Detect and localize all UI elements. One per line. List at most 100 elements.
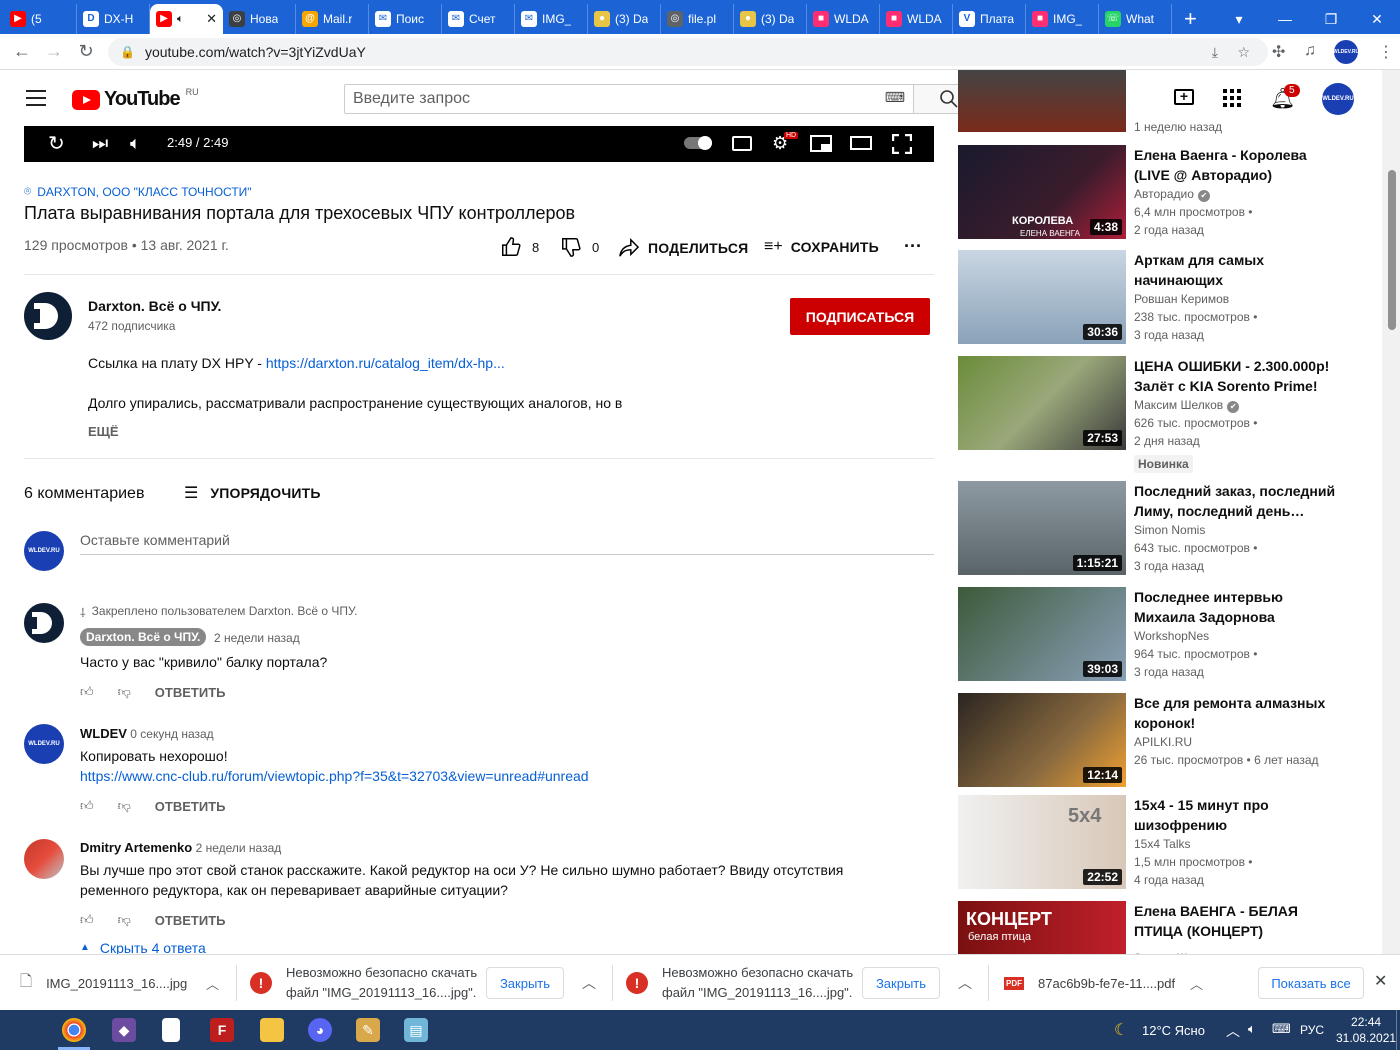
channel-name[interactable]: Darxton. Всё о ЧПУ. [88,298,221,314]
audio-playing-icon[interactable]: 🔈︎ [177,13,184,26]
notepad-taskbar-icon[interactable] [162,1018,180,1042]
browser-tab[interactable]: ▶ 🔈︎ ✕ [150,4,223,34]
download-item[interactable]: 🗋 IMG_20191113_16....jpg ︿ [20,955,220,1011]
video-title[interactable]: Елена ВАЕНГА - БЕЛАЯ ПТИЦА (КОНЦЕРТ) [1134,901,1349,941]
new-tab-button[interactable]: + [1172,4,1209,34]
account-avatar[interactable]: WLDEV.RU [1322,83,1354,115]
close-download-button[interactable]: Закрыть [486,967,564,999]
video-channel[interactable]: APILKI.RU [1134,735,1192,749]
comment-time[interactable]: 0 секунд назад [130,727,213,741]
video-channel[interactable]: WorkshopNes [1134,629,1209,643]
video-thumbnail[interactable]: 30:36 [958,250,1126,344]
extensions-icon[interactable]: ✣ [1272,42,1285,62]
minimize-button[interactable]: — [1262,4,1308,34]
media-control-icon[interactable]: ♫ [1304,42,1316,60]
chevron-up-icon[interactable]: ︿ [1190,974,1203,993]
comment-like-icon[interactable]: 👍︎ [80,684,94,700]
channel-avatar[interactable] [24,292,72,340]
download-item[interactable]: PDF 87ac6b9b-fe7e-11....pdf ︿ [1004,955,1214,1011]
app-taskbar-icon[interactable]: ◆ [112,1018,136,1042]
video-channel[interactable]: 15x4 Talks [1134,837,1190,851]
video-channel[interactable]: Simon Nomis [1134,523,1205,537]
search-input[interactable]: Введите запрос ⌨ [344,84,914,114]
video-channel[interactable]: Максим Шелков ✔︎ [1134,398,1240,413]
show-all-downloads-button[interactable]: Показать все [1258,967,1364,999]
video-title[interactable]: Последнее интервью Михаила Задорнова [1134,587,1349,627]
description-link[interactable]: https://darxton.ru/catalog_item/dx-hp... [266,355,505,371]
chrome-taskbar-icon[interactable] [62,1018,86,1042]
comment-dislike-icon[interactable]: 👎︎ [118,798,131,814]
video-title[interactable]: Елена Ваенга - Королева (LIVE @ Авторадио… [1134,145,1349,185]
more-actions-icon[interactable]: ··· [904,236,922,257]
related-video[interactable]: 12:14 Все для ремонта алмазных коронок! API… [958,693,1358,789]
related-video[interactable]: 27:53 ЦЕНА ОШИБКИ - 2.300.000р! Залёт с KI… [958,356,1358,473]
replay-icon[interactable]: ↻ [48,131,65,156]
video-thumbnail[interactable]: 1:15:21 [958,481,1126,575]
video-channel[interactable]: Авторадио ✔︎ [1134,187,1210,202]
browser-tab[interactable]: @ Mail.r [296,4,369,34]
scrollbar-thumb[interactable] [1388,170,1396,330]
chevron-up-icon[interactable]: ︿ [582,973,596,993]
comment-like-icon[interactable]: 👍︎ [80,912,94,928]
show-more-button[interactable]: ЕЩЁ [88,424,119,439]
show-desktop-button[interactable] [1396,1010,1400,1050]
related-video[interactable]: КОРОЛЕВА ЕЛЕНА ВАЕНГА 4:38 Елена Ваенга - К… [958,145,1358,241]
theater-mode-icon[interactable] [850,136,872,150]
weather-text[interactable]: 12°C Ясно [1142,1023,1205,1038]
related-video[interactable]: 5x4 22:52 15x4 - 15 минут про шизофрению 15x… [958,795,1358,891]
partial-thumbnail[interactable] [958,70,1126,132]
browser-tab[interactable]: ✉ Счет [442,4,515,34]
chevron-up-icon[interactable]: ︿ [206,974,219,993]
close-download-bar-icon[interactable]: ✕ [1374,971,1387,991]
volume-icon[interactable]: 🔈︎ [130,133,141,154]
youtube-logo[interactable]: YouTube RU [72,87,199,111]
video-location-tag[interactable]: ⌾ DARXTON, ООО "КЛАСС ТОЧНОСТИ" [24,184,252,199]
fullscreen-icon[interactable] [892,134,912,154]
share-button[interactable]: ПОДЕЛИТЬСЯ [618,238,748,258]
chevron-up-icon[interactable]: ︿ [958,973,972,993]
video-thumbnail[interactable]: 5x4 22:52 [958,795,1126,889]
forward-button[interactable]: → [38,41,70,62]
comment-time[interactable]: 2 недели назад [196,841,282,855]
comment-like-icon[interactable]: 👍︎ [80,798,94,814]
comment-author[interactable]: Dmitry Artemenko [80,840,192,855]
browser-tab[interactable]: ✉ Поис [369,4,442,34]
windows-start-icon[interactable] [12,1020,32,1040]
subscribe-button[interactable]: ПОДПИСАТЬСЯ [790,298,930,335]
browser-tab[interactable]: D DX-H [77,4,150,34]
browser-tab[interactable]: ☏ What [1099,4,1172,34]
volume-tray-icon[interactable]: 🔈︎ [1248,1021,1256,1037]
video-thumbnail[interactable]: 39:03 [958,587,1126,681]
browser-tab[interactable]: ◎ file.pl [661,4,734,34]
comment-time[interactable]: 2 недели назад [214,631,300,645]
related-video[interactable]: 39:03 Последнее интервью Михаила Задорнова… [958,587,1358,683]
browser-tab[interactable]: ▶ (5 [4,4,77,34]
comment-avatar[interactable] [24,839,64,879]
file-explorer-taskbar-icon[interactable] [260,1018,284,1042]
browser-tab[interactable]: ■ WLDA [880,4,953,34]
browser-tab[interactable]: ● (3) Da [588,4,661,34]
sort-comments-button[interactable]: ☰ УПОРЯДОЧИТЬ [184,483,321,503]
menu-icon[interactable]: ⋮ [1378,42,1394,62]
network-tray-icon[interactable]: ⌨ [1272,1021,1291,1037]
comment-author-badge[interactable]: Darxton. Всё о ЧПУ. [80,628,207,646]
reply-button[interactable]: ОТВЕТИТЬ [155,685,226,700]
paint-taskbar-icon[interactable]: ✎ [356,1018,380,1042]
related-video[interactable]: 1:15:21 Последний заказ, последний Лиму, п… [958,481,1358,577]
restore-button[interactable]: ❐ [1308,4,1354,34]
app-taskbar-icon-2[interactable]: ▤ [404,1018,428,1042]
clock[interactable]: 22:44 31.08.2021 [1336,1014,1396,1046]
reply-button[interactable]: ОТВЕТИТЬ [155,913,226,928]
video-title[interactable]: Все для ремонта алмазных коронок! [1134,693,1349,733]
browser-tab[interactable]: ✉ IMG_ [515,4,588,34]
tray-chevron-icon[interactable]: ︿ [1226,1021,1240,1041]
video-thumbnail[interactable]: 27:53 [958,356,1126,450]
video-thumbnail[interactable]: 12:14 [958,693,1126,787]
video-title[interactable]: 15x4 - 15 минут про шизофрению [1134,795,1349,835]
close-tab-icon[interactable]: ✕ [206,11,217,27]
next-video-icon[interactable]: ⏭︎ [92,133,108,154]
tab-search-icon[interactable]: ▾ [1216,4,1262,34]
comment-link[interactable]: https://www.cnc-club.ru/forum/viewtopic.… [80,768,589,784]
address-bar[interactable]: 🔒 youtube.com/watch?v=3jtYiZvdUaY ⤓ ☆ [108,38,1268,66]
hamburger-menu-icon[interactable] [26,90,46,106]
